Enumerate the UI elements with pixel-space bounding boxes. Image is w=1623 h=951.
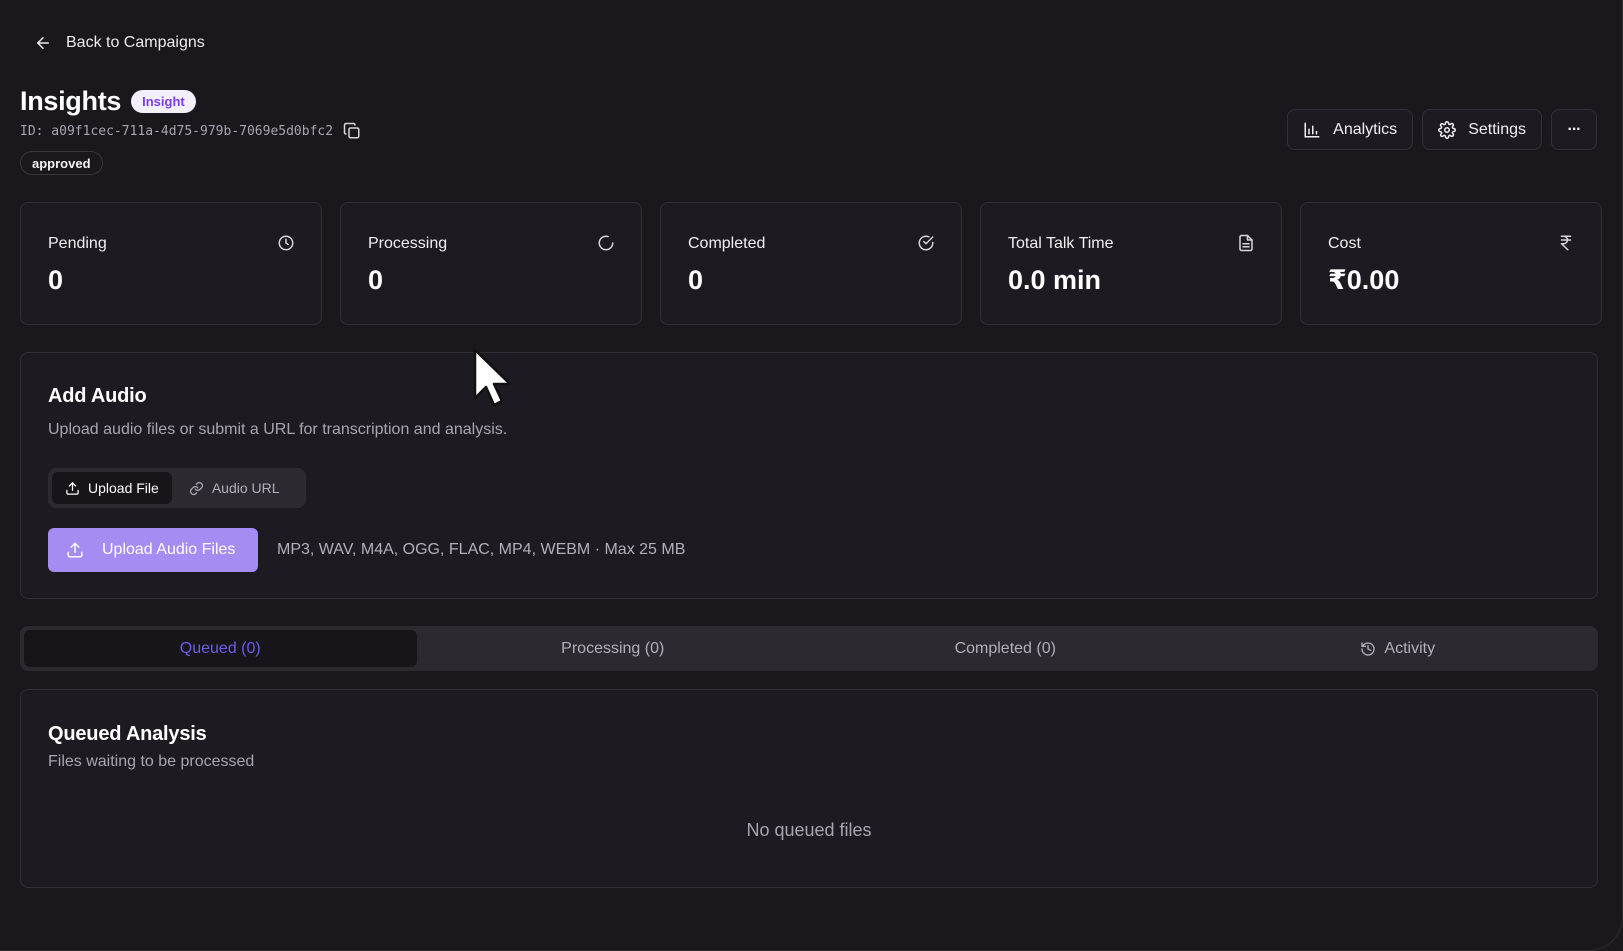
back-label: Back to Campaigns (66, 34, 205, 51)
upload-audio-files-button[interactable]: Upload Audio Files (48, 528, 258, 572)
arrow-left-icon (37, 37, 49, 49)
upload-audio-files-label: Upload Audio Files (102, 541, 236, 558)
stat-value: 0 (688, 265, 704, 295)
stat-card-processing: Processing 0 (340, 202, 642, 325)
status-badge: approved (20, 151, 103, 175)
audio-url-tab[interactable]: Audio URL (176, 472, 293, 504)
upload-file-label: Upload File (88, 480, 159, 496)
add-audio-title: Add Audio (48, 385, 147, 407)
queued-analysis-title: Queued Analysis (48, 723, 207, 745)
stat-card-completed: Completed 0 (660, 202, 962, 325)
rupee-icon (1560, 235, 1572, 251)
back-to-campaigns-link[interactable]: Back to Campaigns (34, 34, 205, 52)
history-icon (1361, 641, 1376, 656)
settings-button[interactable]: Settings (1422, 109, 1542, 150)
tab-label: Processing (0) (561, 639, 665, 657)
page-title: Insights (20, 86, 122, 116)
tab-completed[interactable]: Completed (0) (809, 630, 1202, 667)
type-badge: Insight (131, 90, 196, 113)
queued-analysis-card: Queued Analysis Files waiting to be proc… (20, 689, 1598, 888)
queued-analysis-description: Files waiting to be processed (48, 753, 255, 770)
tab-label: Completed (0) (954, 639, 1056, 657)
tab-label: Queued (0) (179, 639, 261, 657)
stat-label: Total Talk Time (1008, 235, 1114, 252)
add-audio-card: Add Audio Upload audio files or submit a… (20, 352, 1598, 599)
bar-chart-icon (1304, 122, 1320, 137)
campaign-id: ID: a09f1cec-711a-4d75-979b-7069e5d0bfc2 (20, 123, 334, 139)
stat-value: 0.0 min (1008, 265, 1102, 295)
stat-card-total-talk-time: Total Talk Time 0.0 min (980, 202, 1282, 325)
tab-queued[interactable]: Queued (0) (24, 630, 417, 667)
upload-icon (67, 542, 83, 558)
tab-processing[interactable]: Processing (0) (417, 630, 810, 667)
page-header: Insights Insight (20, 86, 196, 117)
campaign-insights-page: Back to Campaigns Insights Insight ID: a… (0, 0, 1623, 951)
stat-card-cost: Cost ₹0.00 (1300, 202, 1602, 325)
campaign-id-row: ID: a09f1cec-711a-4d75-979b-7069e5d0bfc2 (20, 122, 361, 140)
settings-label: Settings (1468, 120, 1526, 138)
more-options-button[interactable]: ··· (1551, 109, 1597, 150)
clock-icon (278, 235, 294, 251)
copy-icon[interactable] (343, 122, 361, 140)
audio-url-label: Audio URL (211, 480, 280, 496)
add-audio-description: Upload audio files or submit a URL for t… (48, 421, 508, 438)
empty-state: No queued files (746, 820, 872, 840)
stats-row: Pending 0 Processing 0 Completed 0 Total… (20, 202, 1602, 325)
stat-label: Cost (1328, 235, 1361, 252)
gear-icon (1438, 120, 1457, 139)
check-circle-icon (918, 235, 934, 251)
stat-label: Processing (368, 235, 448, 252)
header-actions: Analytics Settings ··· (1287, 109, 1597, 150)
document-icon (1239, 234, 1253, 252)
more-icon: ··· (1567, 120, 1582, 138)
tab-activity[interactable]: Activity (1202, 630, 1595, 667)
tab-label: Activity (1384, 639, 1436, 657)
link-icon (189, 481, 203, 495)
refresh-icon (598, 235, 614, 251)
stat-value: 0 (368, 265, 384, 295)
stat-value: ₹0.00 (1328, 265, 1400, 295)
stat-value: 0 (48, 265, 64, 295)
upload-file-tab[interactable]: Upload File (52, 472, 172, 504)
stat-label: Pending (48, 235, 107, 252)
file-status-tabs: Queued (0) Processing (0) Completed (0) … (20, 626, 1598, 671)
stat-card-pending: Pending 0 (20, 202, 322, 325)
analytics-label: Analytics (1333, 120, 1398, 138)
upload-icon (66, 481, 79, 495)
analytics-button[interactable]: Analytics (1287, 109, 1414, 150)
stat-label: Completed (688, 235, 766, 252)
upload-mode-toggle: Upload File Audio URL (48, 468, 306, 508)
supported-formats: MP3, WAV, M4A, OGG, FLAC, MP4, WEBM · Ma… (277, 541, 686, 558)
